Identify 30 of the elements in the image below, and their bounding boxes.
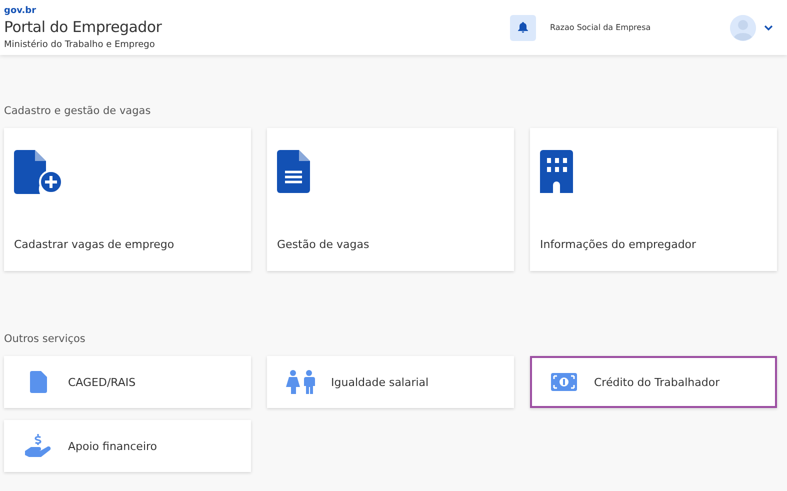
people-icon [286,370,316,394]
chevron-down-icon[interactable] [764,24,773,30]
govbr-logo: gov.br [4,6,38,16]
card-label: Gestão de vagas [277,238,370,251]
service-card[interactable]: CAGED/RAIS [4,356,251,408]
section-title: Outros serviços [4,333,86,345]
money-icon [551,373,577,391]
card-label: CAGED/RAIS [68,376,136,388]
notifications-button[interactable] [510,14,536,40]
card-label: Igualdade salarial [331,376,429,388]
file-icon [30,371,46,393]
service-card[interactable]: Igualdade salarial [267,356,514,408]
document-icon [277,150,310,193]
card-label: Apoio financeiro [68,440,158,452]
card-label: Cadastrar vagas de emprego [14,238,176,251]
company-name: Razao Social da Empresa [550,23,652,32]
service-card[interactable]: Gestão de vagas [267,128,514,271]
card-label: Crédito do Trabalhador [594,376,720,388]
portal-title: Portal do Empregador [4,16,163,38]
service-card[interactable]: Informações do empregador [530,128,777,271]
building-icon [540,150,573,193]
ministry-subtitle: Ministério do Trabalho e Emprego [4,38,156,52]
service-card[interactable]: Crédito do Trabalhador [530,356,777,408]
service-card[interactable]: Apoio financeiro [4,420,251,472]
service-card[interactable]: Cadastrar vagas de emprego [4,128,251,271]
bell-icon [518,22,528,33]
section-title: Cadastro e gestão de vagas [4,105,152,117]
file-plus-icon [14,150,64,194]
hand-dollar-icon [25,433,51,459]
card-label: Informações do empregador [540,238,698,251]
